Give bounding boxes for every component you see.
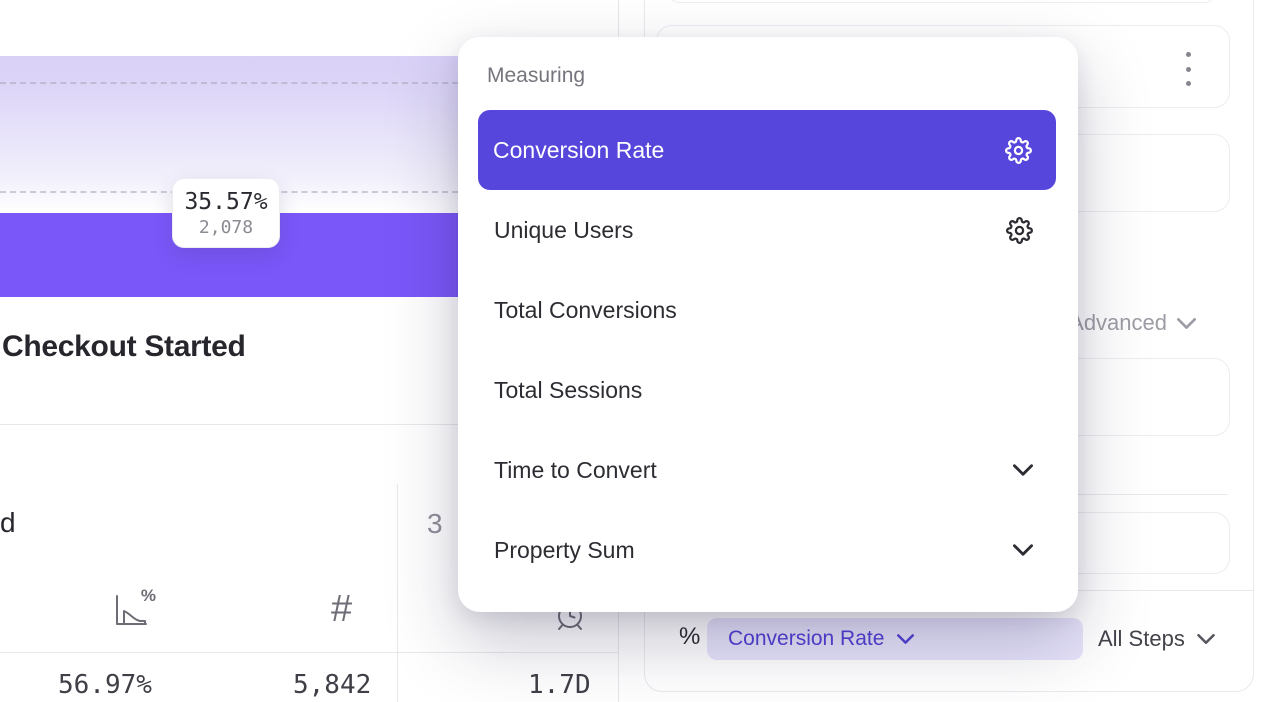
query-row-top[interactable] [668, 0, 1216, 3]
step-title: Checkout Started [2, 330, 246, 364]
menu-item-conversion-rate[interactable]: Conversion Rate [478, 110, 1056, 190]
table-right-step-label: 3 [427, 508, 443, 540]
conversion-rate-icon: % [110, 590, 154, 630]
kebab-menu-icon[interactable] [1183, 52, 1193, 86]
chevron-down-icon [1013, 464, 1033, 476]
chevron-down-icon [1177, 318, 1196, 329]
time-to-convert-value: 1.7D [528, 670, 591, 700]
advanced-label: Advanced [1069, 310, 1167, 336]
menu-item-unique-users[interactable]: Unique Users [479, 190, 1057, 270]
menu-item-time-to-convert[interactable]: Time to Convert [479, 430, 1057, 510]
measuring-selector-button[interactable]: Conversion Rate [707, 618, 1083, 660]
steps-selector-label: All Steps [1098, 626, 1185, 652]
menu-item-total-sessions[interactable]: Total Sessions [479, 350, 1057, 430]
funnel-report-screen: 35.57% 2,078 Checkout Started d 3 % # [0, 0, 1270, 702]
divider [0, 652, 619, 653]
gear-icon[interactable] [1006, 217, 1033, 244]
steps-selector-button[interactable]: All Steps [1098, 618, 1215, 660]
measuring-selector-label: Conversion Rate [728, 627, 884, 651]
count-value: 5,842 [293, 670, 371, 700]
measuring-dropdown-heading: Measuring [487, 64, 585, 88]
percent-glyph: % [141, 586, 156, 606]
gear-icon[interactable] [1005, 137, 1032, 164]
tooltip-percent: 35.57% [184, 189, 267, 215]
chevron-down-icon [897, 634, 914, 644]
chevron-down-icon [1197, 634, 1215, 644]
advanced-toggle[interactable]: Advanced [1069, 310, 1196, 336]
tooltip-count: 2,078 [199, 217, 253, 238]
table-left-step-label: d [0, 507, 16, 539]
chevron-down-icon [1013, 544, 1033, 556]
table-column-divider [397, 484, 398, 702]
menu-item-property-sum[interactable]: Property Sum [479, 510, 1057, 590]
count-icon: # [331, 588, 352, 631]
conversion-rate-value: 56.97% [58, 670, 152, 700]
measuring-dropdown: Measuring Conversion Rate Unique Users T… [458, 37, 1078, 612]
funnel-tooltip: 35.57% 2,078 [172, 178, 280, 248]
menu-item-total-conversions[interactable]: Total Conversions [479, 270, 1057, 350]
percent-symbol: % [679, 623, 700, 651]
